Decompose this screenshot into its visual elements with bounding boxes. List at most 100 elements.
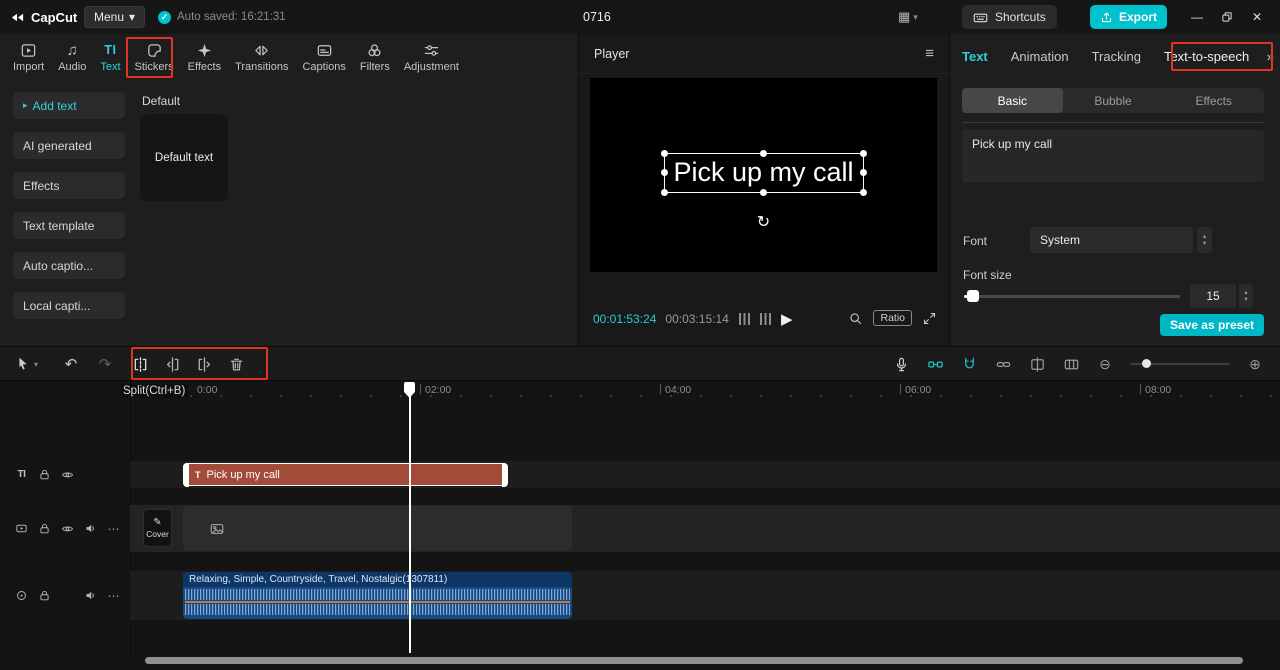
selection-handle[interactable] (660, 188, 668, 196)
layout-switch-button[interactable]: ▦ ▾ (898, 0, 918, 34)
menu-button[interactable]: Menu ▾ (84, 6, 146, 28)
media-tab-import[interactable]: Import (6, 41, 51, 73)
media-tab-captions[interactable]: Captions (295, 41, 352, 73)
more-options-icon[interactable]: ⋯ (107, 522, 120, 536)
delete-icon[interactable] (227, 355, 245, 373)
zoom-out-icon[interactable]: ⊖ (1096, 355, 1114, 373)
tabs-overflow-icon[interactable]: » (1267, 49, 1274, 64)
clip-thumbnail-icon[interactable] (1062, 355, 1080, 373)
preview-axis-icon[interactable] (1028, 355, 1046, 373)
player-menu-icon[interactable]: ≡ (925, 45, 934, 62)
selection-handle[interactable] (859, 169, 867, 177)
rotate-handle-icon[interactable]: ↻ (757, 212, 770, 232)
export-label: Export (1119, 10, 1158, 24)
preview-quality-icon[interactable] (848, 311, 863, 326)
zoom-slider-thumb[interactable] (1142, 359, 1151, 368)
fullscreen-icon[interactable] (922, 311, 937, 326)
stepper-up-icon[interactable]: ▴ (1203, 233, 1206, 240)
player-controls: 00:01:53:24 00:03:15:14 ▶ Ratio (579, 302, 949, 338)
text-clip[interactable]: T Pick up my call (182, 462, 508, 487)
slider-thumb[interactable] (967, 290, 979, 302)
default-text-tile[interactable]: Default text (140, 114, 228, 201)
media-tab-stickers[interactable]: Stickers (128, 41, 181, 73)
delete-right-icon[interactable] (195, 355, 213, 373)
media-tab-text[interactable]: TI Text (93, 41, 127, 73)
selection-handle[interactable] (660, 150, 668, 157)
sidebar-item-add-text[interactable]: ▸ Add text (13, 92, 125, 119)
eye-icon[interactable] (61, 468, 74, 481)
sidebar-item-text-template[interactable]: Text template (13, 212, 125, 239)
audio-clip[interactable]: Relaxing, Simple, Countryside, Travel, N… (183, 572, 572, 619)
stickers-icon (146, 41, 163, 59)
redo-icon[interactable]: ↷ (96, 355, 114, 373)
speaker-icon[interactable] (84, 522, 97, 535)
font-size-value[interactable]: 15 (1190, 284, 1236, 308)
select-tool-icon[interactable] (14, 355, 32, 373)
voiceover-mic-icon[interactable] (892, 355, 910, 373)
tab-text-to-speech[interactable]: Text-to-speech (1164, 49, 1249, 64)
prev-frame-icon[interactable] (739, 313, 750, 325)
undo-icon[interactable]: ↶ (62, 355, 80, 373)
stepper-down-icon[interactable]: ▾ (1244, 296, 1247, 303)
sidebar-item-local-captions[interactable]: Local capti... (13, 292, 125, 319)
media-tab-label: Transitions (235, 61, 289, 73)
cover-button[interactable]: ✎ Cover (143, 509, 172, 547)
eye-icon[interactable] (61, 522, 74, 535)
text-content-input[interactable]: Pick up my call (962, 130, 1264, 182)
zoom-in-icon[interactable]: ⊕ (1246, 355, 1264, 373)
linking-icon[interactable] (994, 355, 1012, 373)
play-button[interactable]: ▶ (781, 310, 793, 328)
selection-handle[interactable] (760, 150, 767, 157)
export-button[interactable]: Export (1090, 5, 1168, 29)
tab-tracking[interactable]: Tracking (1092, 49, 1141, 64)
main-track-magnetic-icon[interactable] (926, 355, 944, 373)
media-tab-audio[interactable]: ♫ Audio (51, 41, 93, 74)
media-tab-adjustment[interactable]: Adjustment (397, 41, 466, 73)
media-tab-transitions[interactable]: Transitions (228, 41, 295, 73)
stepper-down-icon[interactable]: ▾ (1203, 240, 1206, 247)
video-preview[interactable]: Pick up my call ↻ (590, 78, 937, 272)
media-tab-effects[interactable]: Effects (181, 41, 228, 73)
selection-handle[interactable] (859, 188, 867, 196)
selection-handle[interactable] (760, 188, 767, 196)
font-size-stepper[interactable]: ▴ ▾ (1239, 284, 1253, 308)
tab-text[interactable]: Text (962, 49, 988, 64)
lock-icon[interactable] (38, 522, 51, 535)
timeline-scrollbar[interactable] (145, 657, 1243, 664)
font-select-stepper[interactable]: ▴ ▾ (1197, 227, 1212, 253)
close-button[interactable]: ✕ (1242, 0, 1272, 34)
stepper-up-icon[interactable]: ▴ (1244, 289, 1247, 296)
next-frame-icon[interactable] (760, 313, 771, 325)
sidebar-item-auto-captions[interactable]: Auto captio... (13, 252, 125, 279)
auto-snap-icon[interactable] (960, 355, 978, 373)
minimize-button[interactable]: — (1182, 0, 1212, 34)
overlay-text[interactable]: Pick up my call (673, 157, 853, 187)
save-as-preset-button[interactable]: Save as preset (1159, 314, 1264, 336)
text-selection-box[interactable]: Pick up my call (660, 150, 867, 196)
ratio-button[interactable]: Ratio (873, 310, 912, 326)
font-size-slider[interactable] (964, 290, 1180, 302)
lock-icon[interactable] (38, 468, 51, 481)
subtab-bubble[interactable]: Bubble (1063, 88, 1164, 113)
restore-button[interactable] (1212, 0, 1242, 34)
delete-left-icon[interactable] (163, 355, 181, 373)
timeline: ▾ ↶ ↷ ⊖ ⊕ Split(Ctrl+B) 0:00 02:00 04:00… (0, 346, 1280, 670)
timeline-zoom-slider[interactable] (1130, 359, 1230, 368)
media-tab-filters[interactable]: Filters (353, 41, 397, 73)
speaker-icon[interactable] (84, 589, 97, 602)
tab-animation[interactable]: Animation (1011, 49, 1069, 64)
selection-handle[interactable] (660, 169, 668, 177)
shortcuts-button[interactable]: Shortcuts (962, 5, 1057, 29)
subtab-basic[interactable]: Basic (962, 88, 1063, 113)
sidebar-item-effects[interactable]: Effects (13, 172, 125, 199)
subtab-effects[interactable]: Effects (1163, 88, 1264, 113)
more-options-icon[interactable]: ⋯ (107, 589, 120, 603)
font-select[interactable]: System (1030, 227, 1193, 253)
selection-handle[interactable] (859, 150, 867, 157)
transitions-icon (253, 41, 270, 59)
lock-icon[interactable] (38, 589, 51, 602)
split-icon[interactable] (131, 355, 149, 373)
select-tool-caret-icon[interactable]: ▾ (34, 360, 38, 369)
video-clip[interactable] (183, 506, 572, 551)
sidebar-item-ai-generated[interactable]: AI generated (13, 132, 125, 159)
